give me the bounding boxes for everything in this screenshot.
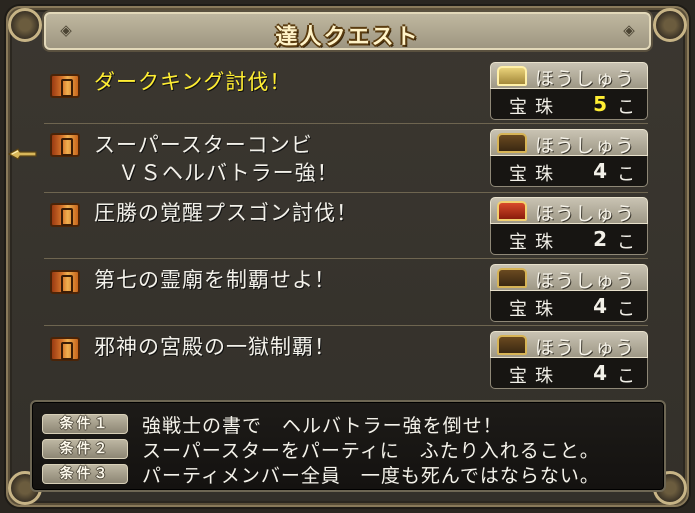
gem-unit: こ (617, 232, 635, 253)
gem-unit: こ (617, 299, 635, 320)
reward-label: ほうしゅう (535, 337, 636, 359)
title-bar: ◈ 達人クエスト ◈ (44, 12, 651, 50)
condition-badge: 条件１ (42, 414, 128, 434)
gem-unit: こ (617, 97, 635, 118)
book-icon (50, 133, 80, 157)
condition-badge: 条件２ (42, 439, 128, 459)
hand-pointer-icon (8, 148, 37, 160)
conditions-panel: 条件１ 強戦士の書で ヘルバトラー強を倒せ！ 条件２ スーパースターをパーティに… (30, 400, 666, 492)
condition-text: パーティメンバー全員 一度も死んではならない。 (142, 465, 600, 487)
reward-label: ほうしゅう (535, 270, 636, 292)
quest-row[interactable]: ダークキング討伐！ ほうしゅう 宝珠 5 こ (44, 58, 648, 124)
gem-count: 5 (593, 92, 607, 116)
red-chest-icon (497, 201, 527, 221)
reward-label: ほうしゅう (535, 68, 636, 90)
gem-label: 宝珠 (509, 232, 561, 253)
quest-row[interactable]: 第七の霊廟を制覇せよ！ ほうしゅう 宝珠 4 こ (44, 260, 648, 326)
quest-name: スーパースターコンビ ＶＳヘルバトラー強！ (94, 131, 339, 187)
quest-name: 邪神の宮殿の一獄制覇！ (94, 335, 336, 359)
quest-name: 圧勝の覚醒プスゴン討伐！ (94, 201, 358, 225)
condition-badge: 条件３ (42, 464, 128, 484)
quest-name-line1: スーパースターコンビ (94, 133, 313, 157)
corner-ornament-icon (653, 8, 687, 42)
quest-name-line2: ＶＳヘルバトラー強！ (118, 161, 339, 185)
gem-count: 4 (593, 294, 607, 318)
corner-ornament-icon (8, 8, 42, 42)
condition-text: スーパースターをパーティに ふたり入れること。 (142, 440, 600, 462)
diamond-ornament-icon: ◈ (623, 21, 635, 39)
condition-text: 強戦士の書で ヘルバトラー強を倒せ！ (142, 415, 503, 437)
reward-label: ほうしゅう (535, 203, 636, 225)
brown-chest-icon (497, 133, 527, 153)
reward-panel: ほうしゅう 宝珠 4 こ (490, 264, 648, 322)
reward-panel: ほうしゅう 宝珠 4 こ (490, 129, 648, 187)
reward-panel: ほうしゅう 宝珠 4 こ (490, 331, 648, 389)
window-title: 達人クエスト (275, 25, 420, 50)
quest-row[interactable]: スーパースターコンビ ＶＳヘルバトラー強！ ほうしゅう 宝珠 4 こ (44, 125, 648, 193)
gold-chest-icon (497, 66, 527, 86)
reward-panel: ほうしゅう 宝珠 2 こ (490, 197, 648, 255)
brown-chest-icon (497, 335, 527, 355)
gem-label: 宝珠 (509, 299, 561, 320)
gem-unit: こ (617, 366, 635, 387)
gem-label: 宝珠 (509, 97, 561, 118)
book-icon (50, 337, 80, 361)
quest-row[interactable]: 圧勝の覚醒プスゴン討伐！ ほうしゅう 宝珠 2 こ (44, 193, 648, 259)
reward-panel: ほうしゅう 宝珠 5 こ (490, 62, 648, 120)
quest-row[interactable]: 邪神の宮殿の一獄制覇！ ほうしゅう 宝珠 4 こ (44, 327, 648, 393)
gem-label: 宝珠 (509, 164, 561, 185)
book-icon (50, 203, 80, 227)
book-icon (50, 74, 80, 98)
book-icon (50, 270, 80, 294)
gem-count: 4 (593, 159, 607, 183)
gem-label: 宝珠 (509, 366, 561, 387)
gem-count: 4 (593, 361, 607, 385)
quest-name: 第七の霊廟を制覇せよ！ (94, 268, 336, 292)
brown-chest-icon (497, 268, 527, 288)
gem-unit: こ (617, 164, 635, 185)
reward-label: ほうしゅう (535, 135, 636, 157)
quest-name: ダークキング討伐！ (94, 70, 292, 94)
gem-count: 2 (593, 227, 607, 251)
